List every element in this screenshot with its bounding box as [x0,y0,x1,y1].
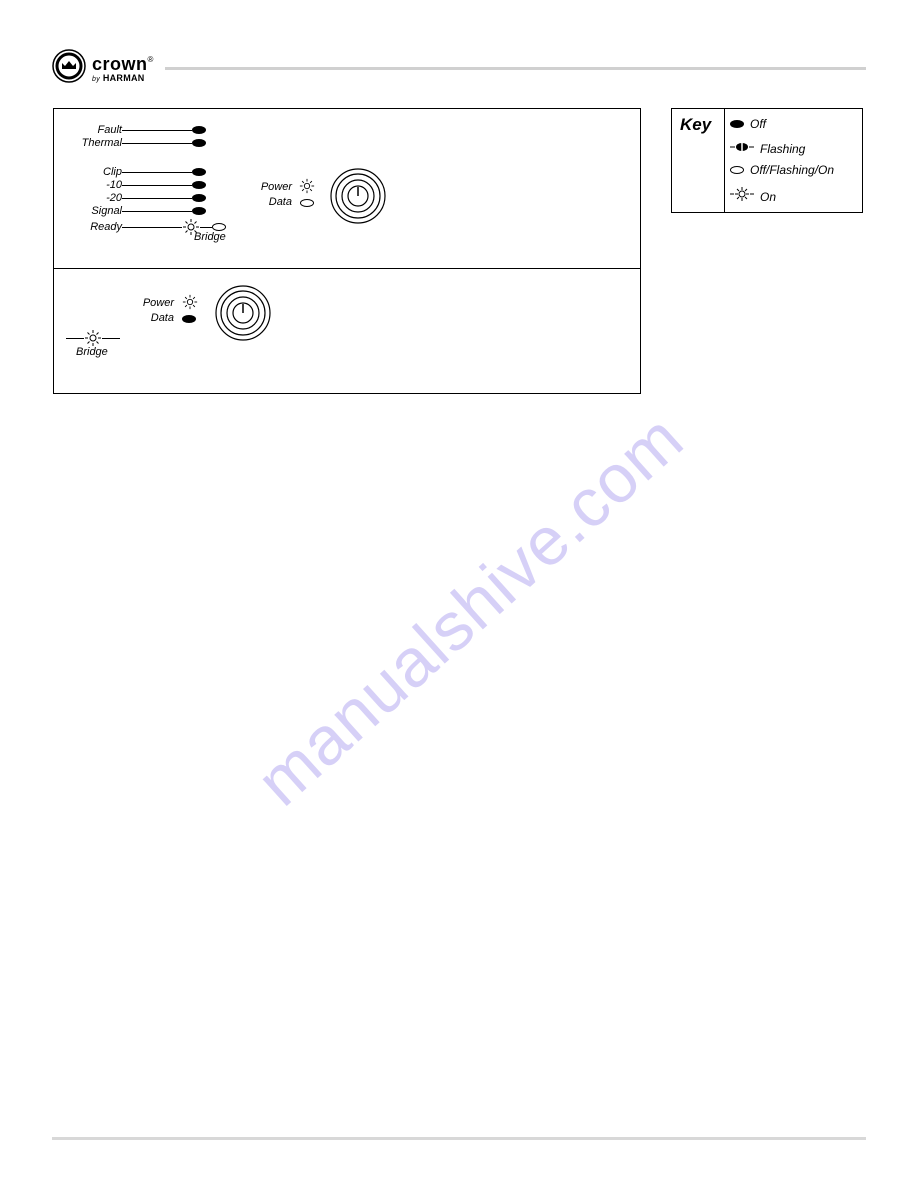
key-divider [724,109,725,212]
led-off-icon [182,315,196,323]
key-item-off: Off [730,117,766,131]
indicator-minus20: -20 [74,192,206,204]
indicator-fault: Fault [74,124,206,136]
led-off-icon [192,168,206,176]
led-off-icon [192,181,206,189]
bridge-label-top: Bridge [194,231,226,243]
dial-icon [329,167,387,230]
led-flashing-icon [730,140,754,158]
sun-icon [182,294,198,310]
power-label-bottom: Power [134,297,174,309]
brand-main: crown [92,54,148,75]
sun-icon [730,186,754,207]
power-label-top: Power [252,181,292,193]
led-off-icon [192,194,206,202]
dial-icon [214,284,272,347]
footer-rule [52,1137,866,1140]
key-item-on: On [730,186,776,207]
key-item-mixed: Off/Flashing/On [730,163,834,177]
led-empty-icon [300,199,314,207]
legend-key: Key Off Flashing Off/Flashing/On On [671,108,863,213]
indicator-minus10: -10 [74,179,206,191]
led-off-icon [730,120,744,128]
led-off-icon [192,139,206,147]
led-off-icon [192,207,206,215]
indicator-signal: Signal [74,205,206,217]
indicator-clip: Clip [74,166,206,178]
indicator-thermal: Thermal [74,137,206,149]
data-label-bottom: Data [134,312,174,324]
brand-text: crown ® by HARMAN [92,54,153,83]
data-label-top: Data [252,196,292,208]
sun-icon [84,329,102,347]
brand-logo: crown ® by HARMAN [52,49,153,88]
panel-divider [54,268,640,269]
led-empty-icon [730,166,744,174]
page-header: crown ® by HARMAN [52,48,866,88]
brand-reg: ® [148,55,154,64]
key-item-flashing: Flashing [730,140,805,158]
sun-icon [299,178,315,194]
key-title: Key [680,115,711,135]
crown-logo-icon [52,49,86,88]
led-off-icon [192,126,206,134]
header-rule [165,67,866,70]
led-empty-icon [212,223,226,231]
brand-sub: by HARMAN [92,73,153,83]
bridge-label-bottom: Bridge [76,346,108,358]
amplifier-panel: Fault Thermal Clip -10 -20 Signal Ready … [53,108,641,394]
